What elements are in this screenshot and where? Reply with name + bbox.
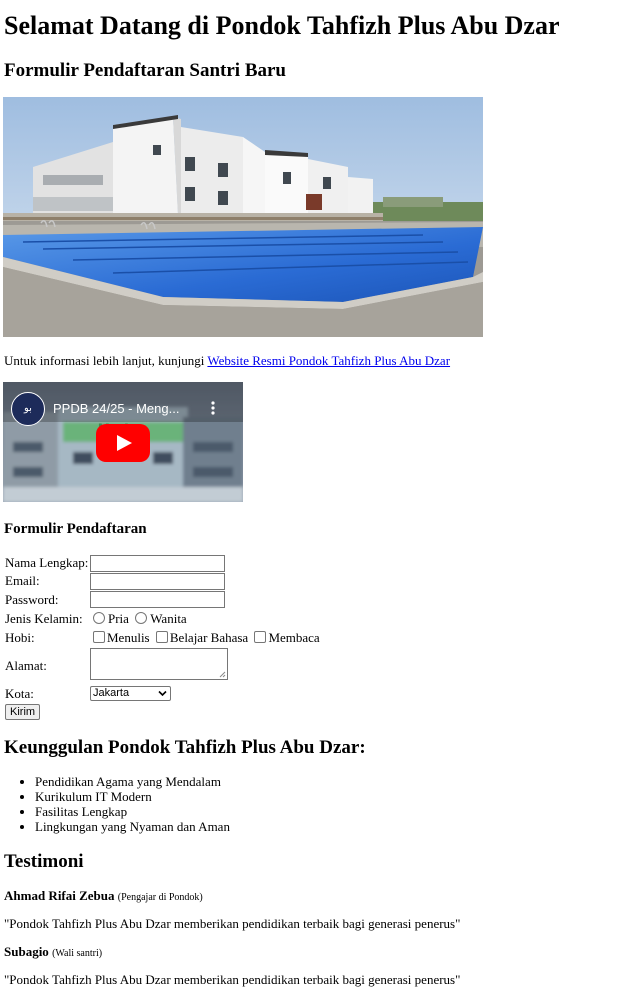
channel-avatar[interactable]: بو [11,392,45,426]
form-title: Formulir Pendaftaran [4,521,147,537]
radio-pria[interactable] [93,612,105,624]
checkbox-belajar-bahasa-label: Belajar Bahasa [169,630,249,645]
channel-avatar-text: بو [24,403,32,414]
hobby-checkbox-group: Menulis Belajar Bahasa Membaca [90,630,320,646]
checkbox-membaca-label: Membaca [268,630,320,645]
list-item: Fasilitas Lengkap [35,804,230,819]
list-item: Pendidikan Agama yang Mendalam [35,774,230,789]
email-input[interactable] [90,573,225,590]
play-icon [96,424,150,462]
info-text: Untuk informasi lebih lanjut, kunjungi W… [4,352,450,369]
label-password: Password: [5,592,59,607]
page-subtitle: Formulir Pendaftaran Santri Baru [4,60,287,81]
checkbox-belajar-bahasa[interactable] [155,631,168,643]
list-item: Lingkungan yang Nyaman dan Aman [35,819,230,834]
testimonial-author: Subagio (Wali santri) [4,944,102,960]
advantages-list: Pendidikan Agama yang Mendalam Kurikulum… [0,774,230,834]
testimonials-title: Testimoni [4,851,84,872]
play-button[interactable] [96,424,150,462]
checkbox-menulis-label: Menulis [107,630,150,645]
label-nama: Nama Lengkap: [5,555,89,570]
testimonial-author-role: (Pengajar di Pondok) [117,892,203,903]
kota-select[interactable]: Jakarta [90,686,171,701]
video-title[interactable]: PPDB 24/25 - Meng... [53,401,179,417]
school-pool-illustration [3,97,483,337]
more-vert-icon[interactable] [209,400,217,416]
testimonial-quote: "Pondok Tahfizh Plus Abu Dzar memberikan… [4,972,461,987]
testimonial-quote: "Pondok Tahfizh Plus Abu Dzar memberikan… [4,916,461,931]
radio-wanita-label: Wanita [150,611,187,626]
page-title: Selamat Datang di Pondok Tahfizh Plus Ab… [4,11,560,40]
info-label: Untuk informasi lebih lanjut, kunjungi [4,353,208,368]
hero-image [3,97,483,337]
submit-button[interactable]: Kirim [5,704,41,720]
list-item: Kurikulum IT Modern [35,789,230,804]
resize-handle-icon[interactable] [219,671,226,678]
password-input[interactable] [90,591,225,608]
testimonial-author-role: (Wali santri) [52,948,103,959]
advantages-title: Keunggulan Pondok Tahfizh Plus Abu Dzar: [4,737,366,758]
label-alamat: Alamat: [5,658,47,673]
youtube-embed[interactable]: M...A بو PPDB 24/25 - Meng... [3,382,243,502]
label-kota: Kota: [5,686,34,701]
testimonial-author-name: Subagio [4,944,49,959]
testimonial-author: Ahmad Rifai Zebua (Pengajar di Pondok) [4,888,203,904]
chevron-down-icon [158,690,167,697]
label-hobi: Hobi: [5,630,35,645]
alamat-textarea[interactable] [90,648,228,680]
kota-selected-value: Jakarta [93,687,130,699]
label-jenis-kelamin: Jenis Kelamin: [5,611,83,626]
radio-wanita[interactable] [135,612,148,624]
radio-pria-label: Pria [108,611,129,626]
testimonial-author-name: Ahmad Rifai Zebua [4,888,115,903]
checkbox-menulis[interactable] [93,631,105,643]
official-website-link[interactable]: Website Resmi Pondok Tahfizh Plus Abu Dz… [207,353,450,368]
label-email: Email: [5,573,40,588]
gender-radio-group: Pria Wanita [90,611,187,627]
checkbox-membaca[interactable] [254,631,267,643]
nama-input[interactable] [90,555,225,572]
